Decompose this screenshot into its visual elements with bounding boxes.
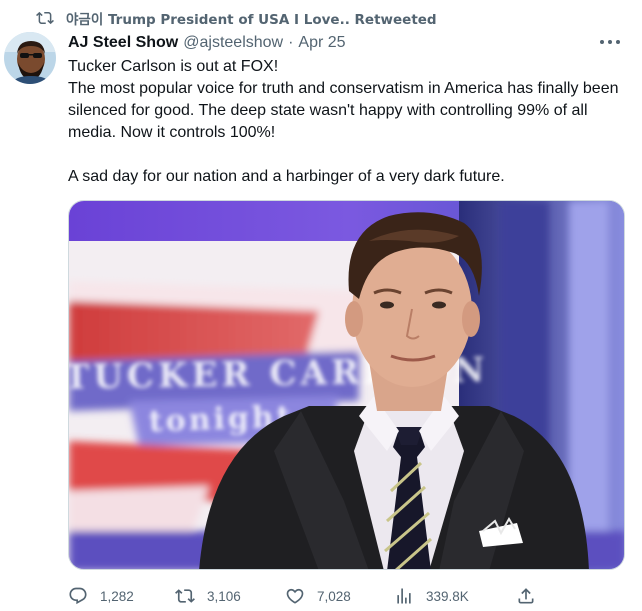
reply-icon [69,587,87,605]
views-count: 339.8K [426,588,469,604]
tweet-card[interactable]: 야금이 Trump President of USA I Love.. Retw… [0,0,642,611]
retweet-icon [36,11,54,25]
author-name[interactable]: AJ Steel Show [68,34,178,52]
avatar[interactable] [4,32,56,84]
views-chart-icon [397,588,411,604]
retweet-button[interactable]: 3,106 [175,584,241,608]
separator-dot: · [288,34,294,51]
social-context: 야금이 Trump President of USA I Love.. Retw… [36,8,437,28]
views-button[interactable]: 339.8K [394,584,469,608]
retweet-icon [175,589,195,603]
like-count: 7,028 [317,588,351,604]
tweet-photo[interactable]: TUCKER CARLSON tonight [68,200,625,570]
more-options-icon[interactable] [600,34,620,50]
tweet-text: Tucker Carlson is out at FOX! The most p… [68,58,619,185]
author-handle[interactable]: @ajsteelshow [183,34,283,52]
like-button[interactable]: 7,028 [285,584,351,608]
photo-image: TUCKER CARLSON tonight [69,201,624,569]
reply-button[interactable]: 1,282 [68,584,134,608]
retweet-count: 3,106 [207,588,241,604]
social-context-text[interactable]: 야금이 Trump President of USA I Love.. Retw… [66,8,437,28]
tweet-header: AJ Steel Show @ajsteelshow · Apr 25 [68,32,346,54]
avatar-image [4,32,56,84]
action-bar: 1,282 3,106 7,028 339.8K [68,584,633,608]
share-button[interactable] [516,584,536,608]
tweet-date[interactable]: Apr 25 [298,34,345,52]
heart-icon [286,588,304,604]
reply-count: 1,282 [100,588,134,604]
share-icon [518,588,534,604]
